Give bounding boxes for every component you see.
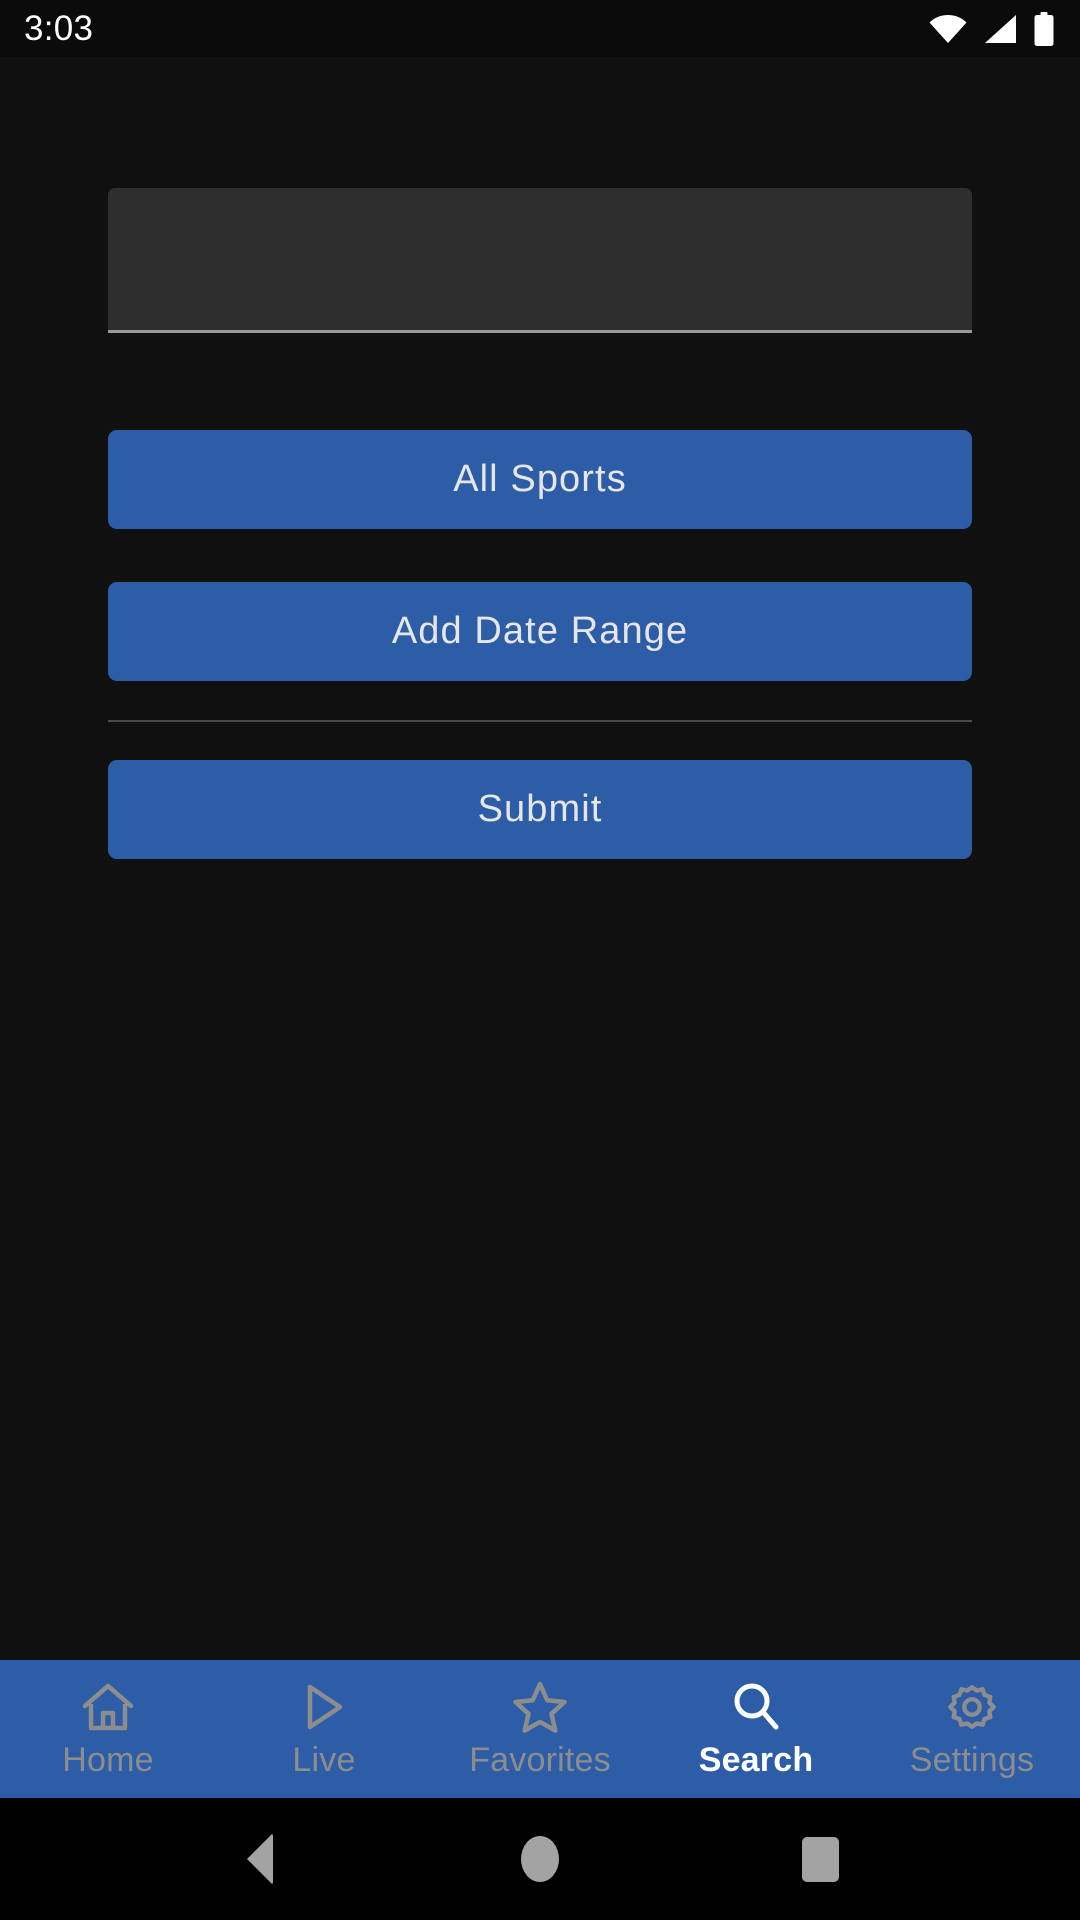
battery-icon xyxy=(1034,11,1054,46)
search-input[interactable] xyxy=(108,188,972,330)
search-icon xyxy=(731,1681,781,1733)
submit-button[interactable]: Submit xyxy=(108,760,972,859)
sport-filter-button[interactable]: All Sports xyxy=(108,430,972,529)
tab-live[interactable]: Live xyxy=(216,1660,432,1798)
tab-favorites-label: Favorites xyxy=(469,1741,611,1779)
cellular-signal-icon xyxy=(984,14,1017,44)
home-button[interactable] xyxy=(480,1798,600,1920)
recents-square-icon xyxy=(801,1836,839,1882)
tab-home[interactable]: Home xyxy=(0,1660,216,1798)
bottom-tab-bar: Home Live Favorites Search Settings xyxy=(0,1660,1080,1798)
gear-icon xyxy=(945,1681,999,1733)
wifi-icon xyxy=(929,14,967,44)
home-icon xyxy=(81,1681,135,1733)
status-bar: 3:03 xyxy=(0,0,1080,57)
tab-live-label: Live xyxy=(292,1741,356,1779)
star-icon xyxy=(513,1681,567,1733)
phone-screen: 3:03 All Sports Add Date Range Submit Ho… xyxy=(0,0,1080,1920)
recents-button[interactable] xyxy=(760,1798,880,1920)
search-form: All Sports Add Date Range Submit xyxy=(0,57,1080,1660)
home-circle-icon xyxy=(521,1836,559,1882)
back-button[interactable] xyxy=(200,1798,320,1920)
tab-search[interactable]: Search xyxy=(648,1660,864,1798)
back-triangle-icon xyxy=(247,1833,273,1885)
tab-settings-label: Settings xyxy=(909,1741,1035,1779)
form-divider xyxy=(108,720,972,722)
status-clock: 3:03 xyxy=(24,9,94,48)
play-icon xyxy=(302,1681,346,1733)
tab-search-label: Search xyxy=(698,1741,814,1779)
add-date-range-button[interactable]: Add Date Range xyxy=(108,582,972,681)
search-query-field[interactable] xyxy=(108,188,972,333)
tab-home-label: Home xyxy=(62,1741,154,1779)
system-navigation-bar xyxy=(0,1798,1080,1920)
status-icons xyxy=(929,11,1054,46)
tab-settings[interactable]: Settings xyxy=(864,1660,1080,1798)
tab-favorites[interactable]: Favorites xyxy=(432,1660,648,1798)
